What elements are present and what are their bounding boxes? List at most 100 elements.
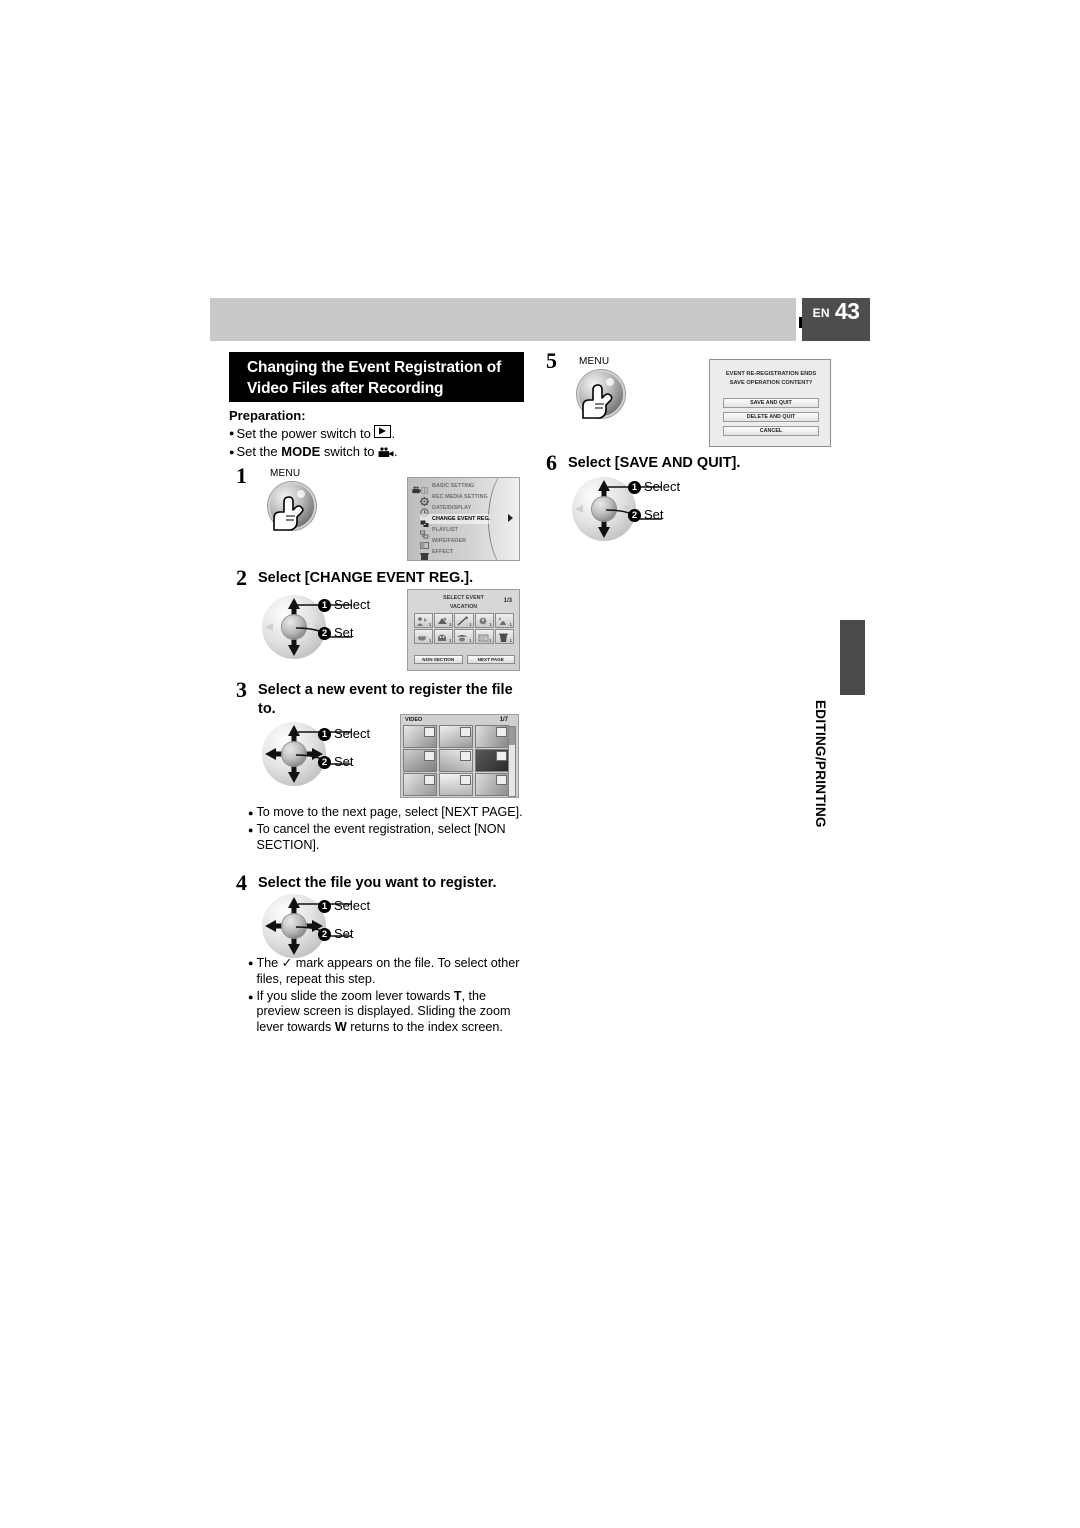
video-thumbnail[interactable]	[438, 725, 474, 748]
video-thumbnail[interactable]	[403, 773, 438, 796]
bullet-icon: ●	[229, 446, 235, 457]
event-badge-icon	[424, 775, 436, 786]
preparation-item-text: Set the MODE switch to .	[236, 444, 397, 463]
callout-label: Select	[334, 597, 371, 612]
wipe-icon	[420, 537, 429, 549]
callout-label: Set	[644, 507, 664, 522]
event-cell[interactable]: 1	[414, 613, 434, 628]
menu-item-effect[interactable]: EFFECT	[420, 547, 454, 560]
section-tab-label: EDITING/PRINTING	[813, 700, 828, 828]
multi-controller-step6[interactable]	[572, 477, 662, 541]
preparation-block: Preparation: ● Set the power switch to .…	[229, 408, 529, 462]
multi-controller-step4[interactable]	[262, 894, 352, 958]
video-thumbnail[interactable]	[474, 773, 509, 796]
cancel-button[interactable]: CANCEL	[723, 426, 819, 436]
menu-item-label: DATE/DISPLAY	[432, 505, 472, 511]
callout-label: Select	[334, 726, 371, 741]
controller-set-callout: 2 Set	[318, 625, 354, 640]
event-count: 1	[469, 638, 472, 643]
pressing-hand-icon	[273, 496, 304, 531]
step-number-2: 2	[236, 565, 247, 590]
event-count: 1	[489, 638, 492, 643]
bullet-icon: ●	[229, 428, 235, 438]
menu-item-label: EFFECT	[432, 549, 454, 555]
check-mark-icon: ✓	[281, 955, 293, 970]
menu-item-date-display[interactable]: DATE/DISPLAY	[420, 503, 472, 517]
callout-number: 1	[318, 728, 331, 741]
event-cell[interactable]: 1	[474, 629, 494, 644]
event-count: 1	[469, 622, 472, 627]
controller-select-callout: 1 Select	[318, 898, 370, 913]
event-badge-icon	[460, 751, 472, 762]
event-cell[interactable]: 1	[434, 629, 454, 644]
bullet-icon: ●	[248, 991, 254, 1002]
controller-select-callout: 1 Select	[318, 726, 370, 741]
note-text: If you slide the zoom lever towards T, t…	[256, 988, 511, 1035]
menu-button-graphic-step5[interactable]: MENU	[573, 356, 639, 424]
menu-item-label: REC MEDIA SETTING	[432, 494, 488, 500]
video-thumbnail[interactable]	[438, 749, 474, 772]
menu-item-rec-media-setting[interactable]: REC MEDIA SETTING	[420, 492, 488, 506]
event-cell[interactable]: 1	[494, 629, 514, 644]
save-and-quit-button[interactable]: SAVE AND QUIT	[723, 398, 819, 408]
event-badge-icon	[495, 751, 507, 762]
step-number-1: 1	[236, 463, 247, 488]
confirmation-dialog: EVENT RE-REGISTRATION ENDS SAVE OPERATIO…	[709, 359, 831, 447]
controller-select-callout: 1 Select	[318, 597, 370, 612]
video-thumbnail[interactable]	[403, 725, 438, 748]
section-title-line2: Video Files after Recording	[247, 380, 444, 397]
manual-page: EN 43 Changing the Event Registration of…	[0, 0, 1080, 1528]
event-count: 1	[428, 622, 432, 627]
delete-and-quit-button[interactable]: DELETE AND QUIT	[723, 412, 819, 422]
step-number-5: 5	[546, 348, 557, 373]
next-page-button[interactable]: NEXT PAGE	[466, 655, 515, 664]
dialog-message-line2: SAVE OPERATION CONTENT?	[729, 379, 813, 386]
event-cell[interactable]: 1	[414, 629, 434, 644]
event-cell[interactable]: 1	[494, 613, 514, 628]
step-6-heading: Select [SAVE AND QUIT].	[568, 455, 741, 471]
callout-number: 1	[318, 599, 331, 612]
video-thumbnail[interactable]	[438, 773, 474, 796]
video-screen-scrollbar[interactable]	[508, 726, 516, 797]
callout-number: 2	[318, 627, 331, 640]
callout-number: 2	[318, 756, 331, 769]
callout-label: Set	[334, 926, 354, 941]
menu-item-label: CHANGE EVENT REG.	[432, 516, 491, 522]
select-event-page-indicator: 1/3	[503, 598, 512, 604]
event-icon	[420, 515, 429, 527]
event-cell[interactable]: 1	[434, 613, 454, 628]
video-thumbnail-grid	[403, 725, 509, 796]
event-screen-buttons: NON SECTION NEXT PAGE	[414, 655, 515, 664]
video-thumbnail[interactable]	[403, 749, 438, 772]
preparation-item: ● Set the power switch to .	[229, 425, 529, 443]
event-cell[interactable]: 1	[454, 613, 474, 628]
page-badge: EN 43	[802, 298, 870, 341]
event-cell[interactable]: 1	[454, 629, 474, 644]
event-badge-icon	[460, 775, 472, 786]
clock-icon	[420, 504, 429, 517]
event-cell[interactable]: 1	[474, 613, 494, 628]
page-number: 43	[834, 298, 860, 324]
menu-item-change-event-reg[interactable]: CHANGE EVENT REG.	[420, 514, 491, 527]
preparation-item: ● Set the MODE switch to .	[229, 444, 529, 463]
menu-button-graphic-step1[interactable]: MENU	[264, 468, 330, 536]
video-screen-label: VIDEO	[404, 717, 424, 723]
video-thumbnail[interactable]	[474, 725, 509, 748]
section-tab-marker	[840, 620, 865, 695]
controller-set-callout: 2 Set	[628, 507, 664, 522]
gear-icon	[420, 493, 429, 506]
controller-set-callout: 2 Set	[318, 754, 354, 769]
note-text: To cancel the event registration, select…	[256, 822, 506, 852]
event-badge-icon	[460, 727, 472, 737]
menu-item-playlist[interactable]: PLAYLIST	[420, 525, 458, 538]
non-section-button[interactable]: NON SECTION	[414, 655, 463, 664]
video-thumbnail[interactable]	[474, 749, 509, 772]
multi-controller-step3[interactable]	[262, 722, 352, 786]
note-text: The ✓ mark appears on the file. To selec…	[256, 955, 520, 986]
menu-item-wipe-fader[interactable]: WIPE/FADER	[420, 536, 466, 549]
multi-controller-step2[interactable]	[262, 595, 352, 659]
menu-item-basic-setting[interactable]: BASIC SETTING	[420, 481, 474, 494]
pressing-hand-icon	[582, 384, 613, 419]
sliders-icon	[420, 482, 429, 494]
note-item: ● If you slide the zoom lever towards T,…	[248, 989, 520, 1036]
